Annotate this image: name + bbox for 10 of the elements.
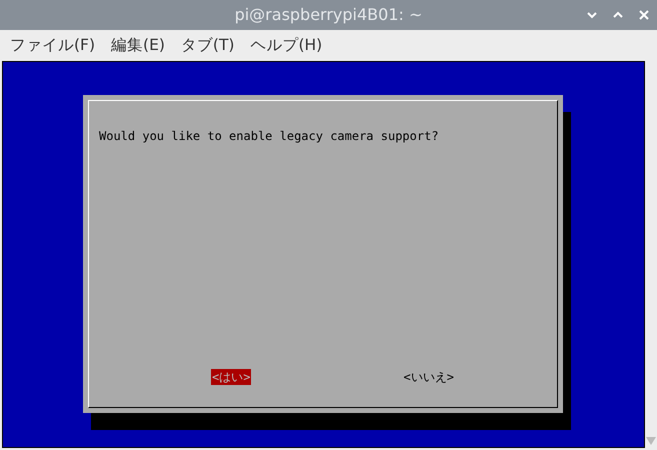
window-title: pi@raspberrypi4B01: ~: [234, 4, 422, 26]
menu-item[interactable]: タブ(T): [180, 34, 234, 58]
dialog-button[interactable]: <はい>: [211, 369, 252, 385]
menu-item[interactable]: 編集(E): [111, 34, 165, 58]
close-icon[interactable]: [637, 8, 651, 22]
menu-item[interactable]: ヘルプ(H): [250, 34, 322, 58]
scroll-down-icon[interactable]: [646, 437, 656, 445]
menu-item[interactable]: ファイル(F): [10, 34, 96, 58]
dialog-button[interactable]: <いいえ>: [402, 369, 455, 385]
dialog-message: Would you like to enable legacy camera support?: [99, 128, 440, 145]
